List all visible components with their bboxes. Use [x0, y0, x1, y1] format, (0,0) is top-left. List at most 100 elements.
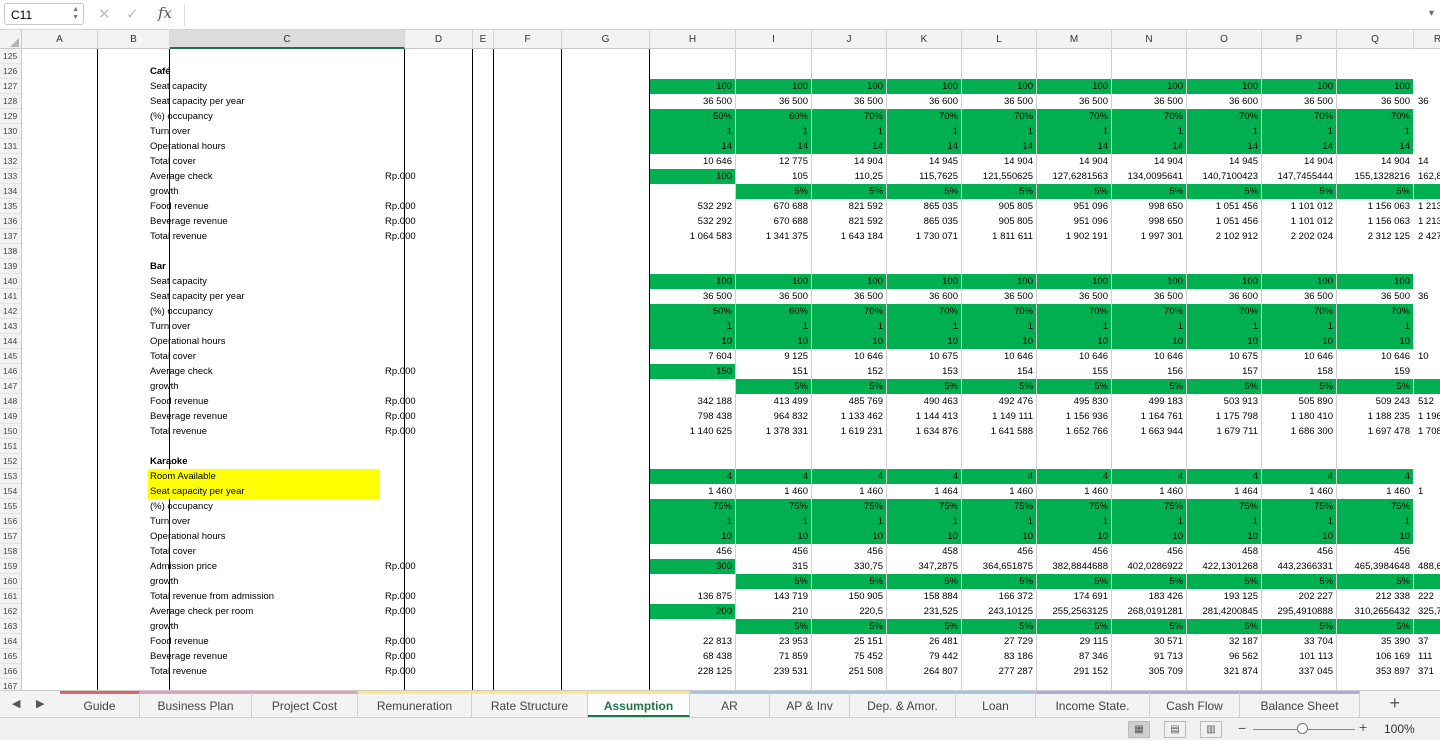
row-header[interactable]: 156 — [0, 514, 21, 529]
unit-label[interactable]: Rp.000 — [383, 364, 449, 379]
value-cell[interactable]: 495 830 — [1037, 394, 1111, 409]
value-cell[interactable] — [1414, 304, 1440, 319]
row-label[interactable]: Seat capacity per year — [148, 484, 380, 499]
value-cell[interactable]: 7 604 — [650, 349, 735, 364]
value-cell[interactable]: 152 — [812, 364, 886, 379]
cancel-icon[interactable]: ✕ — [98, 5, 111, 23]
value-cell[interactable]: 347,2875 — [887, 559, 961, 574]
value-cell[interactable]: 5% — [736, 619, 811, 634]
row-label[interactable]: Total revenue — [148, 664, 380, 679]
value-cell[interactable]: 10 — [1112, 334, 1186, 349]
value-cell[interactable]: 1 811 611 — [962, 229, 1036, 244]
row-header[interactable]: 140 — [0, 274, 21, 289]
value-cell[interactable]: 36 500 — [736, 289, 811, 304]
value-cell[interactable]: 305 709 — [1112, 664, 1186, 679]
confirm-icon[interactable]: ✓ — [126, 5, 139, 23]
column-header-c[interactable]: C — [170, 30, 405, 49]
value-cell[interactable]: 157 — [1187, 364, 1261, 379]
sheet-tab[interactable]: Balance Sheet — [1240, 691, 1360, 717]
value-cell[interactable]: 32 187 — [1187, 634, 1261, 649]
value-cell[interactable]: 96 562 — [1187, 649, 1261, 664]
value-cell[interactable]: 158 884 — [887, 589, 961, 604]
column-header-m[interactable]: M — [1037, 30, 1112, 49]
value-cell[interactable] — [1414, 514, 1440, 529]
value-cell[interactable]: 100 — [736, 274, 811, 289]
row-label[interactable]: Operational hours — [148, 139, 380, 154]
value-cell[interactable]: 14 — [962, 139, 1036, 154]
column-header-i[interactable]: I — [736, 30, 812, 49]
value-cell[interactable]: 36 500 — [1337, 94, 1413, 109]
expand-formula-icon[interactable]: ▾ — [1429, 8, 1434, 19]
value-cell[interactable]: 1 619 231 — [812, 424, 886, 439]
value-cell[interactable]: 5% — [736, 184, 811, 199]
row-header[interactable]: 151 — [0, 439, 21, 454]
value-cell[interactable]: 1 641 588 — [962, 424, 1036, 439]
row-label[interactable]: Average check — [148, 364, 380, 379]
row-label[interactable]: Bar — [148, 259, 380, 274]
value-cell[interactable]: 100 — [812, 79, 886, 94]
value-cell[interactable]: 100 — [1037, 274, 1111, 289]
value-cell[interactable]: 456 — [812, 544, 886, 559]
insert-function-icon[interactable]: fx — [158, 4, 172, 22]
row-label[interactable]: Total revenue — [148, 424, 380, 439]
value-cell[interactable]: 315 — [736, 559, 811, 574]
value-cell[interactable]: 202 227 — [1262, 589, 1336, 604]
row-label[interactable]: growth — [148, 574, 380, 589]
value-cell[interactable]: 4 — [1187, 469, 1261, 484]
value-cell[interactable]: 5% — [1262, 574, 1336, 589]
value-cell[interactable] — [650, 379, 735, 394]
value-cell[interactable]: 488,66 — [1414, 559, 1440, 574]
value-cell[interactable]: 321 874 — [1187, 664, 1261, 679]
normal-view-icon[interactable]: ▦ — [1128, 721, 1150, 738]
value-cell[interactable]: 2 312 125 — [1337, 229, 1413, 244]
row-header[interactable]: 135 — [0, 199, 21, 214]
value-cell[interactable]: 10 — [1037, 334, 1111, 349]
value-cell[interactable]: 70% — [1262, 109, 1336, 124]
value-cell[interactable]: 36 500 — [1112, 94, 1186, 109]
value-cell[interactable]: 1 — [812, 319, 886, 334]
value-cell[interactable]: 821 592 — [812, 199, 886, 214]
value-cell[interactable]: 27 729 — [962, 634, 1036, 649]
value-cell[interactable]: 1 — [1262, 319, 1336, 334]
unit-label[interactable]: Rp.000 — [383, 169, 449, 184]
value-cell[interactable]: 150 — [650, 364, 735, 379]
value-cell[interactable]: 36 500 — [1262, 289, 1336, 304]
value-cell[interactable]: 153 — [887, 364, 961, 379]
value-cell[interactable]: 5% — [736, 574, 811, 589]
value-cell[interactable]: 1 — [1037, 319, 1111, 334]
row-label[interactable]: Operational hours — [148, 529, 380, 544]
value-cell[interactable] — [650, 574, 735, 589]
value-cell[interactable]: 5% — [962, 574, 1036, 589]
value-cell[interactable]: 5% — [1112, 379, 1186, 394]
column-header-r[interactable]: R — [1414, 30, 1440, 49]
value-cell[interactable]: 4 — [812, 469, 886, 484]
value-cell[interactable]: 509 243 — [1337, 394, 1413, 409]
value-cell[interactable]: 1 — [887, 124, 961, 139]
value-cell[interactable]: 100 — [1187, 79, 1261, 94]
value-cell[interactable]: 5% — [736, 379, 811, 394]
value-cell[interactable]: 75% — [1262, 499, 1336, 514]
value-cell[interactable]: 277 287 — [962, 664, 1036, 679]
value-cell[interactable]: 14 904 — [1112, 154, 1186, 169]
value-cell[interactable]: 210 — [736, 604, 811, 619]
value-cell[interactable]: 1 — [812, 124, 886, 139]
column-header-g[interactable]: G — [562, 30, 650, 49]
value-cell[interactable]: 1 — [887, 319, 961, 334]
value-cell[interactable]: 281,4200845 — [1187, 604, 1261, 619]
value-cell[interactable]: 30 571 — [1112, 634, 1186, 649]
value-cell[interactable]: 100 — [650, 169, 735, 184]
unit-label[interactable]: Rp.000 — [383, 394, 449, 409]
value-cell[interactable]: 35 390 — [1337, 634, 1413, 649]
value-cell[interactable]: 100 — [1337, 79, 1413, 94]
value-cell[interactable]: 295,4910888 — [1262, 604, 1336, 619]
value-cell[interactable]: 255,2563125 — [1037, 604, 1111, 619]
row-label[interactable]: Seat capacity per year — [148, 289, 380, 304]
value-cell[interactable]: 1 144 413 — [887, 409, 961, 424]
value-cell[interactable]: 353 897 — [1337, 664, 1413, 679]
value-cell[interactable]: 87 346 — [1037, 649, 1111, 664]
value-cell[interactable]: 964 832 — [736, 409, 811, 424]
value-cell[interactable] — [1414, 544, 1440, 559]
value-cell[interactable] — [1414, 574, 1440, 589]
value-cell[interactable]: 1 188 235 — [1337, 409, 1413, 424]
value-cell[interactable]: 382,8844688 — [1037, 559, 1111, 574]
